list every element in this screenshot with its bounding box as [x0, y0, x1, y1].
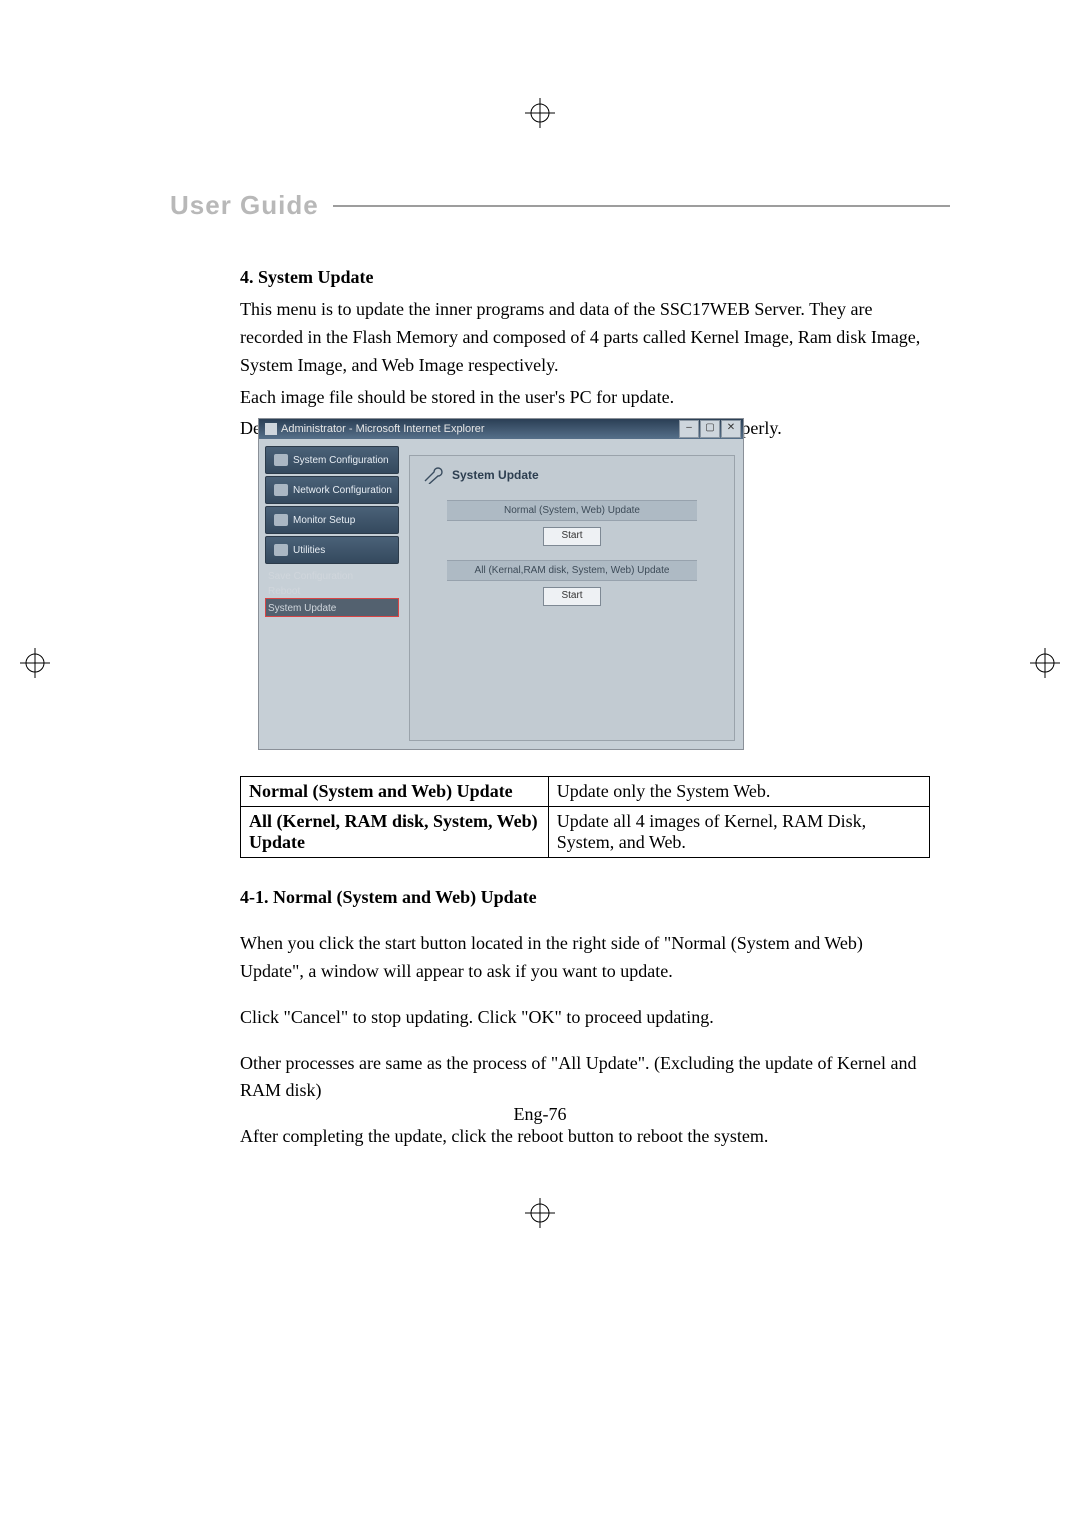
nav-label: Utilities: [293, 545, 325, 556]
subnav-system-update[interactable]: System Update: [265, 598, 399, 617]
reg-mark-bottom: [525, 1198, 555, 1228]
nav-label: System Configuration: [293, 455, 389, 466]
cell-normal-desc: Update only the System Web.: [548, 777, 929, 807]
minimize-button[interactable]: –: [679, 420, 699, 438]
reg-mark-top: [525, 98, 555, 128]
nav-network-configuration[interactable]: Network Configuration: [265, 476, 399, 504]
header-title: User Guide: [170, 190, 319, 221]
table-row: All (Kernel, RAM disk, System, Web) Upda…: [241, 807, 930, 858]
all-update-start-button[interactable]: Start: [543, 587, 601, 606]
section-title: 4. System Update: [240, 264, 930, 292]
normal-update-start-button[interactable]: Start: [543, 527, 601, 546]
nav-monitor-setup[interactable]: Monitor Setup: [265, 506, 399, 534]
window-controls: – ▢ ✕: [679, 420, 741, 438]
network-icon: [274, 484, 288, 496]
paragraph: Other processes are same as the process …: [240, 1050, 930, 1106]
paragraph: This menu is to update the inner program…: [240, 296, 930, 380]
subsection-title: 4-1. Normal (System and Web) Update: [240, 884, 930, 912]
cell-all-name: All (Kernel, RAM disk, System, Web) Upda…: [241, 807, 549, 858]
document-page: User Guide 4. System Update This menu is…: [0, 0, 1080, 1528]
sidebar-nav: System Configuration Network Configurati…: [265, 446, 399, 617]
subnav-save-configuration[interactable]: Save Configuration: [265, 566, 399, 585]
paragraph: After completing the update, click the r…: [240, 1123, 930, 1151]
paragraph: Click "Cancel" to stop updating. Click "…: [240, 1004, 930, 1032]
paragraph: When you click the start button located …: [240, 930, 930, 986]
tools-icon: [274, 544, 288, 556]
update-type-table: Normal (System and Web) Update Update on…: [240, 776, 930, 858]
paragraph: Each image file should be stored in the …: [240, 384, 930, 412]
embedded-screenshot: Administrator - Microsoft Internet Explo…: [258, 418, 744, 750]
cell-all-desc: Update all 4 images of Kernel, RAM Disk,…: [548, 807, 929, 858]
reg-mark-right: [1030, 648, 1060, 678]
header-rule: [333, 205, 950, 207]
normal-update-label: Normal (System, Web) Update: [447, 500, 697, 521]
main-panel: System Update Normal (System, Web) Updat…: [409, 455, 735, 741]
maximize-button[interactable]: ▢: [700, 420, 720, 438]
reg-mark-left: [20, 648, 50, 678]
panel-header: System Update: [410, 456, 734, 494]
all-update-label: All (Kernal,RAM disk, System, Web) Updat…: [447, 560, 697, 581]
app-icon: [265, 423, 277, 435]
nav-system-configuration[interactable]: System Configuration: [265, 446, 399, 474]
table-row: Normal (System and Web) Update Update on…: [241, 777, 930, 807]
nav-label: Monitor Setup: [293, 515, 355, 526]
subnav-reboot[interactable]: Reboot: [265, 585, 399, 598]
nav-label: Network Configuration: [293, 485, 392, 496]
page-number: Eng-76: [0, 1104, 1080, 1125]
page-header: User Guide: [170, 190, 950, 221]
close-button[interactable]: ✕: [721, 420, 741, 438]
nav-utilities[interactable]: Utilities: [265, 536, 399, 564]
window-title-text: Administrator - Microsoft Internet Explo…: [281, 423, 485, 435]
wrench-icon: [422, 466, 444, 484]
panel-title: System Update: [452, 468, 539, 482]
monitor-icon: [274, 454, 288, 466]
cell-normal-name: Normal (System and Web) Update: [241, 777, 549, 807]
window-title: Administrator - Microsoft Internet Explo…: [265, 423, 485, 435]
screen-icon: [274, 514, 288, 526]
window-titlebar: Administrator - Microsoft Internet Explo…: [259, 419, 743, 439]
